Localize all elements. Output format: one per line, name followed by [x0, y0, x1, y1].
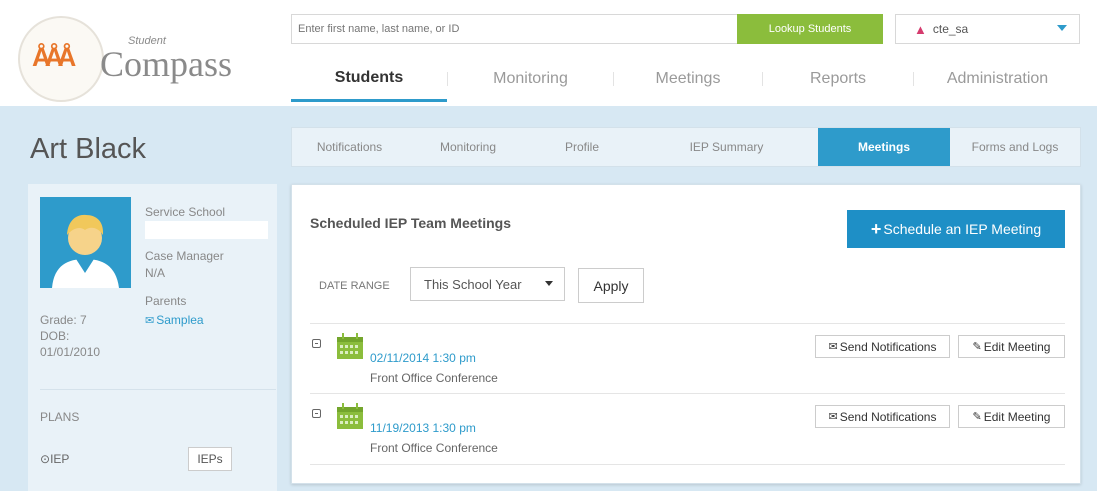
- envelope-icon: ✉: [145, 315, 155, 327]
- user-name: cte_sa: [932, 22, 969, 36]
- calendar-icon: [337, 333, 363, 359]
- send-notifications-label: Send Notifications: [839, 409, 937, 424]
- user-menu[interactable]: ▲ cte_sa: [895, 14, 1080, 44]
- panel-title: Scheduled IEP Team Meetings: [310, 215, 511, 231]
- edit-meeting-button[interactable]: ✎ Edit Meeting: [958, 405, 1065, 428]
- date-range-select[interactable]: This School Year: [410, 267, 565, 301]
- date-range-label: DATE RANGE: [319, 280, 390, 292]
- send-notifications-button[interactable]: ✉ Send Notifications: [815, 335, 950, 358]
- tab-forms-and-logs[interactable]: Forms and Logs: [950, 128, 1080, 166]
- avatar-person-icon: [40, 197, 131, 288]
- list-bottom-divider: [310, 464, 1065, 465]
- meeting-date-link[interactable]: 02/11/2014 1:30 pm: [370, 351, 476, 365]
- parents-label: Parents: [145, 294, 187, 308]
- nav-students[interactable]: Students: [291, 56, 447, 102]
- meeting-row: 02/11/2014 1:30 pm Front Office Conferen…: [310, 323, 1065, 393]
- main-nav: Students Monitoring Meetings Reports Adm…: [291, 56, 1081, 102]
- meeting-row: 11/19/2013 1:30 pm Front Office Conferen…: [310, 393, 1065, 463]
- lookup-students-button[interactable]: Lookup Students: [737, 14, 883, 44]
- apply-button[interactable]: Apply: [578, 268, 644, 303]
- nav-reports[interactable]: Reports: [763, 56, 913, 102]
- student-avatar: [40, 197, 131, 288]
- meetings-panel: Scheduled IEP Team Meetings + Schedule an…: [291, 184, 1081, 484]
- tab-monitoring[interactable]: Monitoring: [407, 128, 529, 166]
- nav-administration[interactable]: Administration: [914, 56, 1081, 102]
- edit-icon: ✎: [972, 341, 982, 353]
- student-name-heading: Art Black: [30, 133, 147, 165]
- parent-email-link[interactable]: ✉ Samplea: [145, 313, 204, 327]
- dropdown-arrow-icon: [545, 281, 553, 286]
- plans-heading: PLANS: [40, 410, 80, 424]
- edit-meeting-label: Edit Meeting: [983, 339, 1051, 354]
- envelope-icon: ✉: [828, 411, 838, 423]
- service-school-label: Service School: [145, 205, 226, 219]
- plans-divider: [40, 389, 276, 390]
- dob-value: 01/01/2010: [40, 345, 101, 359]
- logo-children-icon: ÅÅÅ: [32, 42, 76, 72]
- ieps-button[interactable]: IEPs: [188, 447, 232, 471]
- service-school-value: [145, 221, 268, 239]
- chevron-down-icon: [1057, 25, 1067, 31]
- edit-meeting-button[interactable]: ✎ Edit Meeting: [958, 335, 1065, 358]
- tab-notifications[interactable]: Notifications: [292, 128, 407, 166]
- meeting-date-link[interactable]: 11/19/2013 1:30 pm: [370, 421, 476, 435]
- expand-row-icon[interactable]: [312, 339, 321, 348]
- case-manager-value: N/A: [145, 266, 166, 280]
- tab-iep-summary[interactable]: IEP Summary: [635, 128, 818, 166]
- logo-big-text: Compass: [100, 44, 233, 84]
- send-notifications-label: Send Notifications: [839, 339, 937, 354]
- tab-meetings[interactable]: Meetings: [818, 128, 950, 166]
- student-sub-tabs: Notifications Monitoring Profile IEP Sum…: [291, 127, 1081, 167]
- edit-meeting-label: Edit Meeting: [983, 409, 1051, 424]
- grade-label: Grade: 7: [40, 313, 87, 327]
- nav-meetings[interactable]: Meetings: [614, 56, 762, 102]
- calendar-icon: [337, 403, 363, 429]
- header: ÅÅÅ Student Compass Lookup Students ▲ ct…: [0, 0, 1097, 106]
- user-icon: ▲: [914, 21, 927, 37]
- parent-name: Samplea: [156, 313, 204, 327]
- dob-label: DOB:: [40, 329, 70, 343]
- student-compass-logo[interactable]: ÅÅÅ Student Compass: [18, 16, 268, 102]
- edit-icon: ✎: [972, 411, 982, 423]
- plus-icon: +: [870, 218, 882, 239]
- plan-item-label: IEP: [50, 452, 70, 466]
- schedule-button-label: Schedule an IEP Meeting: [883, 221, 1042, 237]
- meeting-location: Front Office Conference: [370, 371, 498, 385]
- send-notifications-button[interactable]: ✉ Send Notifications: [815, 405, 950, 428]
- nav-monitoring[interactable]: Monitoring: [448, 56, 613, 102]
- student-search-input[interactable]: [291, 14, 737, 44]
- meeting-location: Front Office Conference: [370, 441, 498, 455]
- tab-profile[interactable]: Profile: [529, 128, 635, 166]
- envelope-icon: ✉: [828, 341, 838, 353]
- expand-row-icon[interactable]: [312, 409, 321, 418]
- plan-item-iep[interactable]: ⊙IEP: [40, 452, 69, 466]
- date-range-value: This School Year: [424, 276, 522, 292]
- expand-icon: ⊙: [40, 452, 51, 466]
- schedule-iep-meeting-button[interactable]: + Schedule an IEP Meeting: [847, 210, 1065, 248]
- case-manager-label: Case Manager: [145, 249, 224, 263]
